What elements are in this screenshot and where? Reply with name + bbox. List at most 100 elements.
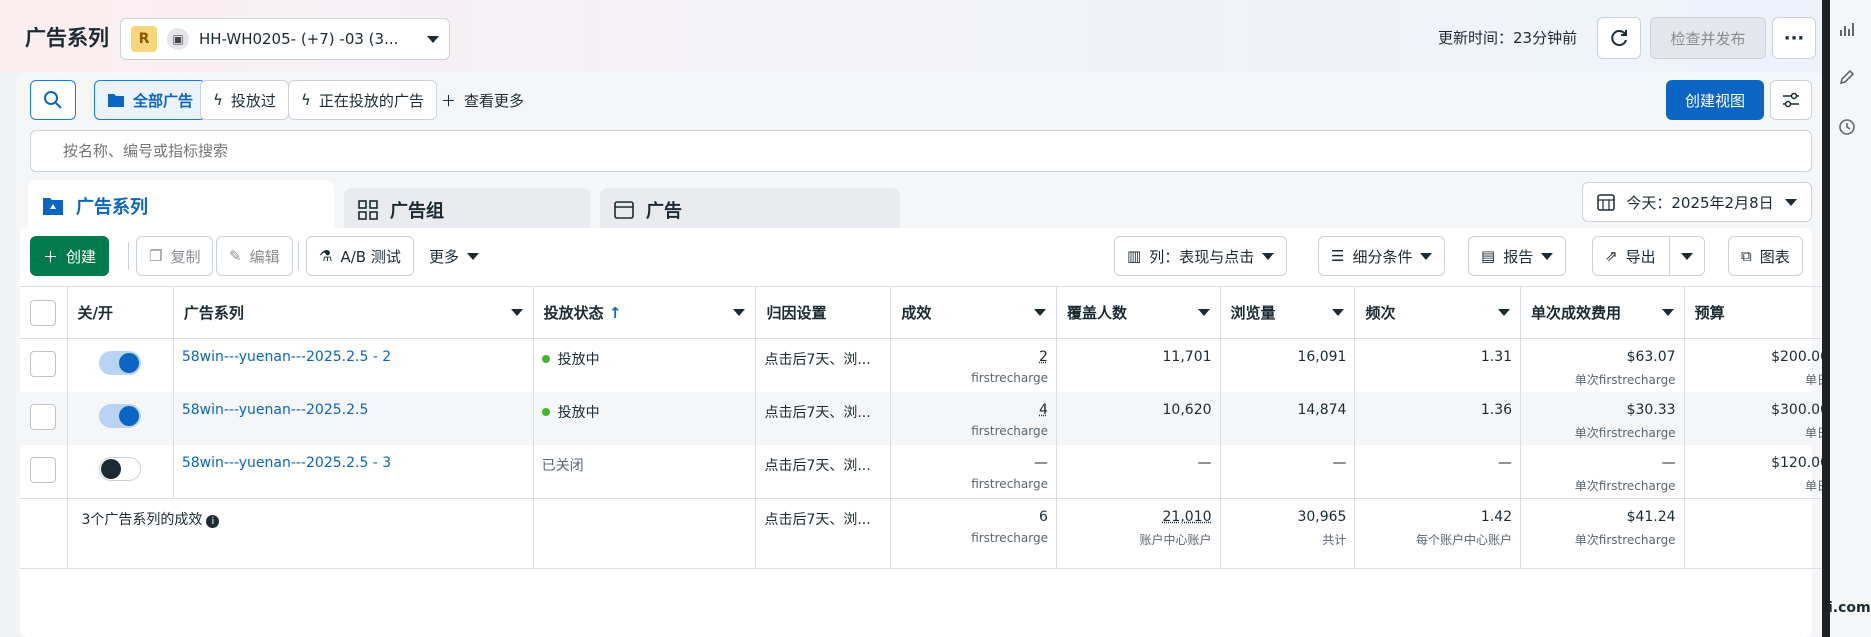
col-impressions[interactable]: 浏览量 xyxy=(1220,287,1355,339)
campaign-name-link[interactable]: 58win---yuenan---2025.2.5 - 3 xyxy=(182,455,391,471)
chevron-down-icon xyxy=(1498,309,1510,316)
page-title: 广告系列 xyxy=(25,22,109,52)
col-toggle[interactable]: 关/开 xyxy=(67,287,173,339)
account-selector[interactable]: R ▣ HH-WH0205- (+7) -03 (3... xyxy=(120,18,450,60)
reach-value: 10,620 xyxy=(1065,402,1212,418)
lightning-icon: ϟ xyxy=(301,91,311,109)
row-checkbox[interactable] xyxy=(30,457,56,483)
create-view-button[interactable]: 创建视图 xyxy=(1666,80,1764,120)
col-attribution[interactable]: 归因设置 xyxy=(756,287,891,339)
filter-settings-button[interactable] xyxy=(1770,80,1812,120)
chevron-down-icon xyxy=(467,253,479,260)
attribution-text: 点击后7天、浏... xyxy=(764,402,882,422)
results-value[interactable]: 4 xyxy=(899,402,1048,418)
cpr-cell: $63.07 单次firstrecharge xyxy=(1521,339,1685,393)
campaign-toggle[interactable] xyxy=(99,404,141,428)
status-text: 投放中 xyxy=(558,349,600,369)
impressions-cell: — xyxy=(1220,445,1355,499)
row-select-cell xyxy=(20,339,67,393)
impressions-value: 16,091 xyxy=(1229,349,1347,365)
totals-results-sub: firstrecharge xyxy=(899,531,1048,545)
row-toggle-cell xyxy=(67,339,173,393)
row-select-cell xyxy=(20,392,67,445)
pencil-icon[interactable] xyxy=(1837,68,1857,88)
divider xyxy=(128,242,129,270)
budget-value[interactable]: $200.00 xyxy=(1693,349,1829,365)
campaign-toggle[interactable] xyxy=(99,457,141,481)
row-checkbox[interactable] xyxy=(30,351,56,377)
col-budget[interactable]: 预算 xyxy=(1684,287,1837,339)
updated-time: 更新时间：23分钟前 xyxy=(1438,27,1577,48)
table-header-row: 关/开 广告系列 投放状态 ↑ 归因设置 成效 覆盖人数 浏览量 频次 单次成效… xyxy=(20,287,1838,339)
create-button[interactable]: ＋ 创建 xyxy=(30,236,109,276)
cpr-value: — xyxy=(1529,455,1676,471)
totals-reach-value[interactable]: 21,010 xyxy=(1065,509,1212,525)
select-all-checkbox[interactable] xyxy=(30,300,56,326)
tab-ad-sets[interactable]: 广告组 xyxy=(344,188,590,232)
sort-up-icon: ↑ xyxy=(609,304,622,322)
totals-frequency-value: 1.42 xyxy=(1363,509,1512,525)
impressions-value: 14,874 xyxy=(1229,402,1347,418)
table-row: 58win---yuenan---2025.2.5 - 3 已关闭 点击后7天、… xyxy=(20,445,1838,499)
history-clock-icon[interactable] xyxy=(1837,118,1857,138)
more-options-button[interactable]: ··· xyxy=(1772,17,1816,59)
refresh-button[interactable] xyxy=(1597,17,1641,59)
budget-cell: $200.00 单日 xyxy=(1684,339,1837,393)
breakdown-dropdown[interactable]: ☰ 细分条件 xyxy=(1318,236,1445,276)
tab-campaigns[interactable]: 广告系列 xyxy=(28,180,334,232)
results-cell: 4 firstrecharge xyxy=(891,392,1057,445)
col-reach[interactable]: 覆盖人数 xyxy=(1056,287,1220,339)
search-input[interactable] xyxy=(30,130,1812,172)
more-actions-dropdown[interactable]: 更多 xyxy=(416,236,492,276)
chart-button[interactable]: ⧉ 图表 xyxy=(1728,236,1803,276)
cpr-sub: 单次firstrecharge xyxy=(1529,477,1676,494)
toggle-knob xyxy=(119,353,139,373)
main-panel: 全部广告 ϟ 投放过 ϟ 正在投放的广告 ＋ 查看更多 创建视图 广告系列 广告… xyxy=(16,72,1822,637)
campaign-name-link[interactable]: 58win---yuenan---2025.2.5 xyxy=(182,402,369,418)
col-campaign-name[interactable]: 广告系列 xyxy=(173,287,533,339)
toggle-knob xyxy=(119,406,139,426)
col-frequency[interactable]: 频次 xyxy=(1355,287,1521,339)
campaign-name-cell: 58win---yuenan---2025.2.5 xyxy=(173,392,533,445)
export-menu-button[interactable] xyxy=(1669,236,1705,276)
copy-label: 复制 xyxy=(170,246,200,267)
see-more-filters[interactable]: ＋ 查看更多 xyxy=(428,80,537,120)
row-checkbox[interactable] xyxy=(30,404,56,430)
review-publish-button[interactable]: 检查并发布 xyxy=(1650,17,1766,59)
campaign-name-cell: 58win---yuenan---2025.2.5 - 3 xyxy=(173,445,533,499)
results-value[interactable]: 2 xyxy=(899,349,1048,365)
chevron-down-icon xyxy=(1198,309,1210,316)
tab-ads[interactable]: 广告 xyxy=(600,188,900,232)
campaign-name-link[interactable]: 58win---yuenan---2025.2.5 - 2 xyxy=(182,349,391,365)
totals-attribution: 点击后7天、浏... xyxy=(764,509,882,529)
bar-chart-icon[interactable] xyxy=(1837,20,1857,40)
totals-row: 3个广告系列的成效 i 点击后7天、浏... 6 firstrecharge 21,… xyxy=(20,499,1838,569)
chevron-down-icon xyxy=(733,309,745,316)
columns-dropdown[interactable]: ▥ 列：表现与点击 xyxy=(1114,236,1287,276)
search-button[interactable] xyxy=(30,80,76,120)
col-delivery-status[interactable]: 投放状态 ↑ xyxy=(533,287,756,339)
col-cost-per-result[interactable]: 单次成效费用 xyxy=(1521,287,1685,339)
export-label: 导出 xyxy=(1626,246,1656,267)
filter-all-ads[interactable]: 全部广告 xyxy=(94,80,206,120)
col-results[interactable]: 成效 xyxy=(891,287,1057,339)
ab-test-button[interactable]: ⚗ A/B 测试 xyxy=(306,236,414,276)
campaign-toggle[interactable] xyxy=(99,351,141,375)
info-icon[interactable]: i xyxy=(206,515,219,528)
copy-button[interactable]: ❐ 复制 xyxy=(136,236,213,276)
budget-value[interactable]: $300.00 xyxy=(1693,402,1829,418)
row-toggle-cell xyxy=(67,392,173,445)
frequency-cell: 1.31 xyxy=(1355,339,1521,393)
date-range-picker[interactable]: 今天：2025年2月8日 xyxy=(1582,182,1812,222)
account-badge: R xyxy=(131,26,157,52)
edit-button[interactable]: ✎ 编辑 xyxy=(216,236,293,276)
chevron-down-icon xyxy=(1420,253,1432,260)
export-button[interactable]: ⇗ 导出 xyxy=(1592,236,1670,276)
report-dropdown[interactable]: ▤ 报告 xyxy=(1468,236,1566,276)
filter-delivered[interactable]: ϟ 投放过 xyxy=(200,80,289,120)
col-results-label: 成效 xyxy=(901,304,931,322)
filter-active-ads[interactable]: ϟ 正在投放的广告 xyxy=(288,80,437,120)
filter-all-ads-label: 全部广告 xyxy=(133,90,193,111)
attribution-cell: 点击后7天、浏... xyxy=(756,445,891,499)
budget-value[interactable]: $120.00 xyxy=(1693,455,1829,471)
